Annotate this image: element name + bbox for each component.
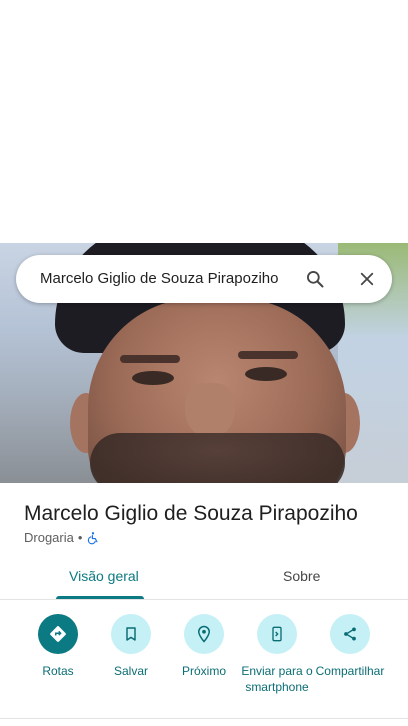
place-category-row: Drogaria • <box>24 530 100 545</box>
place-category[interactable]: Drogaria <box>24 530 74 545</box>
action-row: Rotas Salvar Próximo Enviar para o smart… <box>0 614 408 714</box>
save-button[interactable]: Salvar <box>91 614 171 679</box>
nearby-icon <box>184 614 224 654</box>
directions-label: Rotas <box>42 664 74 678</box>
share-button[interactable]: Compartilhar <box>310 614 390 679</box>
tab-about[interactable]: Sobre <box>283 568 320 584</box>
send-to-phone-button[interactable]: Enviar para o smartphone <box>237 614 317 695</box>
tab-overview[interactable]: Visão geral <box>69 568 139 584</box>
wheelchair-icon <box>86 531 100 545</box>
active-tab-indicator <box>56 596 144 599</box>
directions-icon <box>38 614 78 654</box>
map-area <box>0 0 408 243</box>
nearby-label: Próximo <box>181 664 226 678</box>
directions-button[interactable]: Rotas <box>18 614 98 679</box>
separator: • <box>77 530 83 545</box>
share-icon <box>330 614 370 654</box>
save-label: Salvar <box>113 664 148 678</box>
share-label: Compartilhar <box>315 664 385 678</box>
send-to-phone-icon <box>257 614 297 654</box>
tab-bar: Visão geral Sobre <box>0 558 408 600</box>
bookmark-icon <box>111 614 151 654</box>
place-title: Marcelo Giglio de Souza Pirapoziho <box>24 502 358 525</box>
search-input[interactable]: Marcelo Giglio de Souza Pirapoziho <box>40 270 278 287</box>
search-icon[interactable] <box>303 267 327 291</box>
send-to-phone-label: Enviar para o smartphone <box>241 664 313 694</box>
divider <box>0 718 408 719</box>
nearby-button[interactable]: Próximo <box>164 614 244 679</box>
search-bar[interactable]: Marcelo Giglio de Souza Pirapoziho <box>16 255 392 303</box>
close-icon[interactable] <box>355 267 379 291</box>
